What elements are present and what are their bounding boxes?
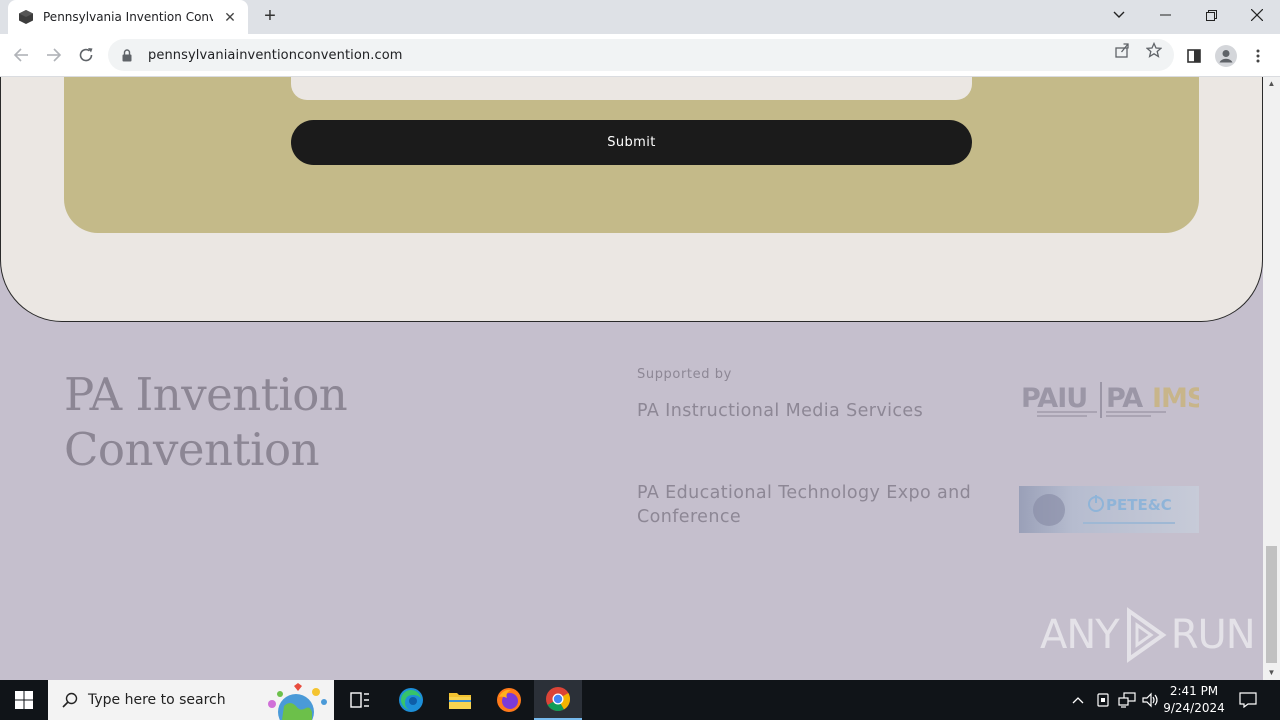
close-window-button[interactable] — [1234, 0, 1280, 30]
new-tab-button[interactable]: + — [258, 5, 282, 29]
restore-button[interactable] — [1188, 0, 1234, 30]
chrome-icon[interactable] — [534, 680, 582, 720]
sponsor-name-line-2: Conference — [637, 507, 742, 527]
browser-tab-bar: Pennsylvania Invention Convent ✕ + — [0, 0, 1280, 34]
brand-line-1: PA Invention — [64, 368, 348, 421]
sponsor-link-paims[interactable]: PA Instructional Media Services — [637, 399, 923, 423]
network-icon[interactable] — [1116, 680, 1138, 720]
back-arrow-icon[interactable] — [8, 42, 34, 68]
profile-avatar-icon[interactable] — [1214, 44, 1238, 68]
anyrun-watermark: ANY RUN — [1040, 607, 1256, 663]
clock-time: 2:41 PM — [1169, 684, 1219, 698]
form-text-field[interactable] — [291, 77, 972, 100]
tab-search-chevron-icon[interactable] — [1096, 0, 1142, 30]
submit-button[interactable]: Submit — [291, 120, 972, 165]
page-scrollbar[interactable]: ▲ ▼ — [1263, 77, 1280, 680]
taskbar-clock[interactable]: 2:41 PM 9/24/2024 — [1162, 683, 1226, 717]
lock-icon — [122, 48, 136, 62]
notification-center-icon[interactable] — [1234, 680, 1262, 720]
svg-text:PAIU: PAIU — [1021, 383, 1087, 414]
volume-icon[interactable] — [1140, 680, 1162, 720]
browser-tab[interactable]: Pennsylvania Invention Convent ✕ — [8, 0, 248, 34]
scroll-up-arrow-icon[interactable]: ▲ — [1263, 77, 1280, 91]
brand-line-2: Convention — [64, 423, 320, 476]
browser-toolbar: pennsylvaniainventionconvention.com — [0, 34, 1280, 77]
share-icon[interactable] — [1112, 40, 1132, 60]
forward-arrow-icon[interactable] — [41, 42, 67, 68]
search-placeholder: Type here to search — [88, 692, 226, 708]
task-view-icon[interactable] — [336, 680, 384, 720]
minimize-button[interactable] — [1142, 0, 1188, 30]
svg-text:PETE&C: PETE&C — [1106, 496, 1172, 514]
bookmark-star-icon[interactable] — [1144, 40, 1164, 60]
play-triangle-icon — [1126, 607, 1167, 663]
side-panel-icon[interactable] — [1182, 44, 1206, 68]
search-icon — [62, 692, 78, 708]
svg-text:IMS: IMS — [1152, 383, 1199, 414]
address-bar[interactable]: pennsylvaniainventionconvention.com — [108, 39, 1174, 71]
clock-date: 9/24/2024 — [1163, 701, 1225, 715]
tab-title: Pennsylvania Invention Convent — [43, 10, 213, 24]
supported-by-label: Supported by — [637, 367, 732, 382]
watermark-right-text: RUN — [1170, 612, 1256, 658]
file-explorer-icon[interactable] — [436, 680, 484, 720]
scroll-down-arrow-icon[interactable]: ▼ — [1263, 666, 1280, 680]
page-content: Submit PA Invention Convention Supported… — [0, 77, 1263, 680]
paiu-paims-logo[interactable]: PAIU PA IMS — [1021, 380, 1206, 424]
windows-taskbar: Type here to search 2:41 PM 9/24/2024 — [0, 680, 1280, 720]
sponsor-link-petec[interactable]: PA Educational Technology Expo and Confe… — [637, 481, 971, 529]
svg-text:PA: PA — [1106, 383, 1143, 414]
reload-icon[interactable] — [73, 42, 99, 68]
petec-logo[interactable]: PETE&C — [1019, 486, 1199, 533]
footer-brand: PA Invention Convention — [64, 367, 348, 477]
site-favicon-icon — [18, 9, 34, 25]
device-icon[interactable] — [1092, 680, 1114, 720]
scrollbar-thumb[interactable] — [1266, 546, 1277, 663]
watermark-left-text: ANY — [1040, 612, 1120, 658]
search-highlight-globe-icon — [268, 683, 327, 720]
menu-kebab-icon[interactable] — [1246, 44, 1270, 68]
url-text: pennsylvaniainventionconvention.com — [148, 47, 403, 63]
tray-overflow-chevron-icon[interactable] — [1068, 680, 1088, 720]
taskbar-search-box[interactable]: Type here to search — [48, 680, 334, 720]
tab-close-icon[interactable]: ✕ — [222, 9, 238, 26]
edge-browser-icon[interactable] — [387, 680, 435, 720]
windows-start-icon[interactable] — [0, 680, 48, 720]
sponsor-name-line-1: PA Educational Technology Expo and — [637, 483, 972, 503]
firefox-icon[interactable] — [485, 680, 533, 720]
